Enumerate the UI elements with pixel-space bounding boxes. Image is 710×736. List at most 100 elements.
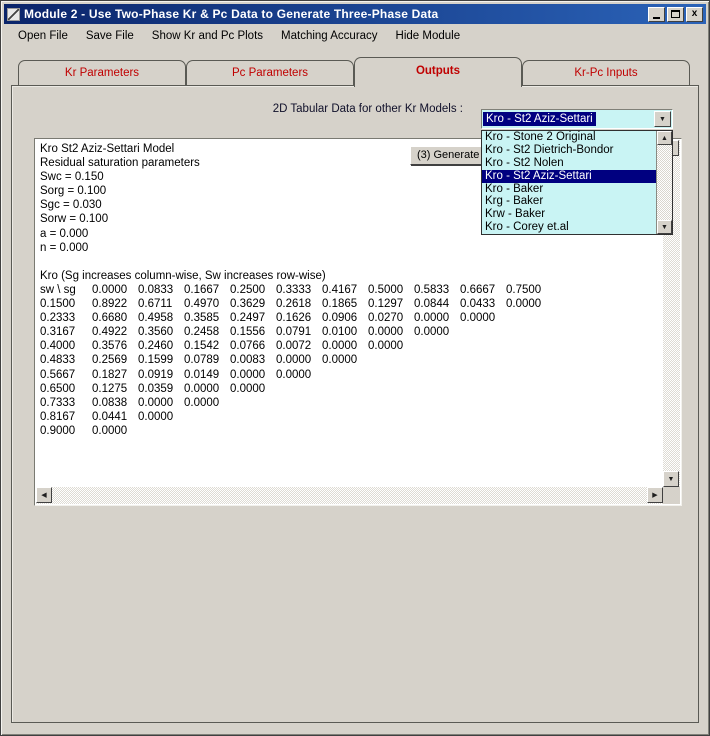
chevron-down-icon[interactable]: ▼ bbox=[654, 111, 671, 127]
matrix-sg-value: 0.5000 bbox=[368, 283, 414, 297]
dropdown-option[interactable]: Kro - St2 Dietrich-Bondor bbox=[482, 144, 672, 157]
close-icon: x bbox=[692, 9, 698, 19]
matrix-kro-value: 0.0000 bbox=[322, 353, 368, 367]
tab-pc-parameters[interactable]: Pc Parameters bbox=[186, 60, 354, 86]
matrix-kro-value: 0.2569 bbox=[92, 353, 138, 367]
matrix-kro-value: 0.0000 bbox=[230, 368, 276, 382]
matrix-kro-value: 0.8922 bbox=[92, 297, 138, 311]
matrix-row: 0.90000.0000 bbox=[40, 424, 659, 438]
matrix-sg-value: 0.0000 bbox=[92, 283, 138, 297]
matrix-kro-value: 0.0844 bbox=[414, 297, 460, 311]
matrix-sw-value: 0.1500 bbox=[40, 297, 92, 311]
dropdown-option[interactable]: Kro - Baker bbox=[482, 183, 672, 196]
matrix-sw-value: 0.5667 bbox=[40, 368, 92, 382]
matrix-kro-value: 0.0149 bbox=[184, 368, 230, 382]
matrix-row: 0.65000.12750.03590.00000.0000 bbox=[40, 382, 659, 396]
generate-tabular-data-button[interactable]: (3) Generate bbox=[410, 146, 484, 165]
dropdown-option[interactable]: Kro - Stone 2 Original bbox=[482, 131, 672, 144]
matrix-kro-value: 0.1556 bbox=[230, 325, 276, 339]
matrix-kro-value: 0.0000 bbox=[322, 339, 368, 353]
matrix-kro-value: 0.4970 bbox=[184, 297, 230, 311]
menu-bar: Open FileSave FileShow Kr and Pc PlotsMa… bbox=[4, 25, 706, 46]
app-icon bbox=[7, 8, 20, 21]
matrix-kro-value: 0.0906 bbox=[322, 311, 368, 325]
menu-item-open-file[interactable]: Open File bbox=[9, 28, 77, 44]
matrix-kro-value: 0.0000 bbox=[184, 396, 230, 410]
matrix-kro-value: 0.1297 bbox=[368, 297, 414, 311]
matrix-kro-value: 0.0000 bbox=[368, 339, 414, 353]
dropdown-scroll-up-icon[interactable]: ▲ bbox=[657, 131, 672, 145]
dropdown-scrollbar[interactable]: ▲ ▼ bbox=[656, 131, 672, 234]
menu-item-matching-accuracy[interactable]: Matching Accuracy bbox=[272, 28, 387, 44]
menu-item-hide-module[interactable]: Hide Module bbox=[387, 28, 470, 44]
minimize-button[interactable] bbox=[648, 7, 665, 22]
matrix-sw-value: 0.8167 bbox=[40, 410, 92, 424]
matrix-kro-value: 0.0000 bbox=[276, 368, 322, 382]
matrix-row: 0.81670.04410.0000 bbox=[40, 410, 659, 424]
matrix-kro-value: 0.0433 bbox=[460, 297, 506, 311]
close-button[interactable]: x bbox=[686, 7, 703, 22]
matrix-kro-value: 0.1827 bbox=[92, 368, 138, 382]
report-line: Kro (Sg increases column-wise, Sw increa… bbox=[40, 269, 659, 283]
matrix-kro-value: 0.6711 bbox=[138, 297, 184, 311]
dropdown-option[interactable]: Krw - Baker bbox=[482, 208, 672, 221]
scroll-right-icon[interactable]: ▶ bbox=[647, 487, 663, 503]
matrix-row: 0.56670.18270.09190.01490.00000.0000 bbox=[40, 368, 659, 382]
window-title: Module 2 - Use Two-Phase Kr & Pc Data to… bbox=[24, 7, 438, 21]
matrix-kro-value: 0.0766 bbox=[230, 339, 276, 353]
matrix-kro-value: 0.0000 bbox=[184, 382, 230, 396]
module2-window: Module 2 - Use Two-Phase Kr & Pc Data to… bbox=[0, 0, 710, 736]
horizontal-scrollbar[interactable]: ◀ ▶ bbox=[36, 487, 663, 504]
matrix-row: 0.73330.08380.00000.0000 bbox=[40, 396, 659, 410]
matrix-row: 0.15000.89220.67110.49700.36290.26180.18… bbox=[40, 297, 659, 311]
matrix-row: 0.48330.25690.15990.07890.00830.00000.00… bbox=[40, 353, 659, 367]
matrix-sw-value: 0.4000 bbox=[40, 339, 92, 353]
matrix-kro-value: 0.0359 bbox=[138, 382, 184, 396]
matrix-sw-value: 0.6500 bbox=[40, 382, 92, 396]
matrix-kro-value: 0.2458 bbox=[184, 325, 230, 339]
matrix-sg-value: 0.0833 bbox=[138, 283, 184, 297]
minimize-icon bbox=[653, 17, 660, 19]
dropdown-option[interactable]: Kro - St2 Aziz-Settari bbox=[482, 170, 672, 183]
report-line: n = 0.000 bbox=[40, 241, 659, 255]
kr-models-dropdown[interactable]: Kro - St2 Aziz-Settari ▼ bbox=[481, 109, 673, 129]
matrix-kro-value: 0.0838 bbox=[92, 396, 138, 410]
matrix-kro-value: 0.0000 bbox=[276, 353, 322, 367]
maximize-button[interactable] bbox=[667, 7, 684, 22]
matrix-kro-value: 0.0789 bbox=[184, 353, 230, 367]
menu-item-save-file[interactable]: Save File bbox=[77, 28, 143, 44]
matrix-corner-label: sw \ sg bbox=[40, 283, 92, 297]
matrix-sg-value: 0.1667 bbox=[184, 283, 230, 297]
dropdown-option[interactable]: Kro - Corey et.al bbox=[482, 221, 672, 234]
matrix-sw-value: 0.3167 bbox=[40, 325, 92, 339]
tab-outputs[interactable]: Outputs bbox=[354, 57, 522, 87]
matrix-kro-value: 0.1542 bbox=[184, 339, 230, 353]
maximize-icon bbox=[671, 10, 680, 18]
matrix-row: 0.40000.35760.24600.15420.07660.00720.00… bbox=[40, 339, 659, 353]
matrix-sw-value: 0.9000 bbox=[40, 424, 92, 438]
tab-kr-pc-inputs[interactable]: Kr-Pc Inputs bbox=[522, 60, 690, 86]
dropdown-option[interactable]: Krg - Baker bbox=[482, 195, 672, 208]
matrix-kro-value: 0.1626 bbox=[276, 311, 322, 325]
matrix-sw-value: 0.7333 bbox=[40, 396, 92, 410]
tab-kr-parameters[interactable]: Kr Parameters bbox=[18, 60, 186, 86]
title-bar[interactable]: Module 2 - Use Two-Phase Kr & Pc Data to… bbox=[4, 4, 706, 24]
kr-models-dropdown-label: 2D Tabular Data for other Kr Models : bbox=[229, 103, 463, 115]
kr-models-dropdown-list: Kro - Stone 2 OriginalKro - St2 Dietrich… bbox=[481, 130, 673, 235]
menu-item-show-kr-and-pc-plots[interactable]: Show Kr and Pc Plots bbox=[143, 28, 272, 44]
matrix-kro-value: 0.3560 bbox=[138, 325, 184, 339]
matrix-kro-value: 0.1275 bbox=[92, 382, 138, 396]
matrix-kro-value: 0.1599 bbox=[138, 353, 184, 367]
dropdown-option[interactable]: Kro - St2 Nolen bbox=[482, 157, 672, 170]
matrix-kro-value: 0.3629 bbox=[230, 297, 276, 311]
scroll-down-icon[interactable]: ▼ bbox=[663, 471, 679, 487]
matrix-kro-value: 0.0000 bbox=[506, 297, 552, 311]
scrollbar-corner bbox=[663, 487, 680, 504]
dropdown-scroll-down-icon[interactable]: ▼ bbox=[657, 220, 672, 234]
matrix-kro-value: 0.4922 bbox=[92, 325, 138, 339]
matrix-row: 0.31670.49220.35600.24580.15560.07910.01… bbox=[40, 325, 659, 339]
matrix-kro-value: 0.0000 bbox=[230, 382, 276, 396]
matrix-kro-value: 0.6680 bbox=[92, 311, 138, 325]
scroll-left-icon[interactable]: ◀ bbox=[36, 487, 52, 503]
matrix-sg-value: 0.5833 bbox=[414, 283, 460, 297]
